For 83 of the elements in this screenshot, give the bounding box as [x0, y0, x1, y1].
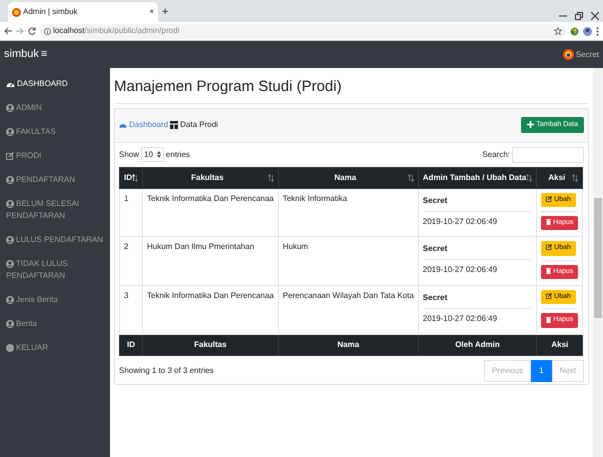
trash-icon	[546, 219, 552, 226]
tab-close[interactable]: ×	[149, 6, 154, 18]
back-icon[interactable]	[4, 27, 12, 35]
column-footer: Oleh Admin	[455, 340, 500, 349]
more-icon[interactable]	[596, 26, 599, 36]
info-icon	[44, 28, 51, 34]
user-name[interactable]: Secret	[576, 48, 599, 60]
user-icon	[6, 260, 14, 268]
page-button[interactable]: 1	[531, 360, 552, 382]
trash-icon	[546, 268, 552, 274]
sidebar-item[interactable]: Berita	[0, 312, 110, 336]
edit-icon	[546, 244, 552, 250]
admin-name: Secret	[422, 290, 532, 310]
sidebar-item[interactable]: FAKULTAS	[0, 120, 110, 144]
sort-icon[interactable]	[132, 174, 138, 182]
restore-icon[interactable]	[575, 12, 583, 20]
sidebar-item[interactable]: DASHBOARD	[0, 72, 110, 96]
user-icon	[6, 236, 14, 244]
user-icon	[6, 296, 14, 304]
table-cell: 3	[124, 291, 128, 300]
sidebar-item[interactable]: LULUS PENDAFTARAN	[0, 228, 110, 252]
gauge-icon	[119, 121, 127, 129]
tab-title: Admin | simbuk	[23, 6, 78, 18]
edit-icon	[6, 152, 14, 160]
column-footer: Aksi	[551, 340, 568, 349]
breadcrumb-current: Data Prodi	[170, 119, 218, 131]
select-arrows-icon	[156, 151, 161, 158]
entries-select[interactable]: 10	[141, 147, 164, 162]
sidebar-item[interactable]: PENDAFTARAN	[0, 168, 110, 192]
profile-icon[interactable]	[583, 26, 592, 36]
search-field[interactable]	[512, 146, 584, 162]
timestamp: 2019-10-27 02:06:49	[422, 216, 498, 228]
timestamp: 2019-10-27 02:06:49	[422, 264, 498, 276]
search-label: Search:	[482, 148, 510, 160]
logo-icon	[12, 8, 21, 16]
user-icon	[6, 104, 14, 112]
reload-icon[interactable]	[28, 27, 36, 35]
entries-info: Showing 1 to 3 of 3 entries	[119, 364, 214, 377]
sidebar-item[interactable]: TIDAK LULUS PENDAFTARAN	[0, 252, 110, 288]
plus-icon	[527, 121, 534, 128]
star-icon[interactable]	[554, 27, 562, 35]
close-icon[interactable]	[591, 12, 599, 20]
edit-icon	[546, 196, 552, 202]
admin-name: Secret	[422, 192, 532, 212]
table-cell: Teknik Informatika Dan Perencanaa	[147, 194, 274, 202]
circle-icon	[6, 344, 14, 352]
extension-icon[interactable]	[570, 26, 579, 36]
edit-icon	[546, 293, 552, 300]
sidebar-item[interactable]: PRODI	[0, 144, 110, 168]
user-icon	[6, 128, 14, 136]
table-cell: Teknik Informatika Dan Perencanaa	[147, 291, 274, 300]
table-cell: Hukum Dan Ilmu Pmerintahan	[147, 242, 254, 252]
table-cell: 1	[124, 194, 128, 202]
entries-label: entries	[166, 148, 190, 160]
sidebar-item[interactable]: ADMIN	[0, 96, 110, 120]
column-footer: ID	[127, 340, 135, 349]
show-label: Show	[119, 148, 140, 160]
column-header[interactable]: ID	[124, 172, 132, 184]
table-cell: Hukum	[282, 242, 308, 252]
menu-toggle[interactable]: ≡	[40, 46, 48, 63]
timestamp: 2019-10-27 02:06:49	[422, 313, 498, 326]
admin-name: Secret	[422, 241, 532, 260]
sidebar-item[interactable]: KELUAR	[0, 336, 110, 360]
table-cell: Teknik Informatika	[282, 194, 348, 202]
brand-link[interactable]: simbuk	[4, 46, 39, 63]
column-footer: Nama	[337, 340, 360, 349]
scrollbar-thumb[interactable]	[594, 198, 602, 318]
browser-tab[interactable]: Admin | simbuk ×	[8, 2, 158, 22]
table-icon	[170, 121, 178, 129]
sidebar-item[interactable]: BELUM SELESAI PENDAFTARAN	[0, 192, 110, 228]
page-title: Manajemen Program Studi (Prodi)	[114, 76, 589, 104]
user-icon	[6, 320, 14, 328]
sidebar-item[interactable]: Jenis Berita	[0, 288, 110, 312]
breadcrumb-link[interactable]: Dashboard	[119, 119, 168, 131]
table-cell: 2	[124, 242, 128, 252]
new-tab-button[interactable]: +	[162, 4, 168, 20]
user-icon	[6, 176, 14, 184]
trash-icon	[546, 316, 552, 323]
column-footer: Fakultas	[194, 340, 227, 349]
table-cell: Perencanaan Wilayah Dan Tata Kota	[282, 291, 414, 300]
address-field[interactable]: localhost/simbuk/public/admin/prodi	[40, 24, 566, 38]
user-icon	[6, 200, 14, 208]
avatar-icon	[562, 49, 574, 60]
